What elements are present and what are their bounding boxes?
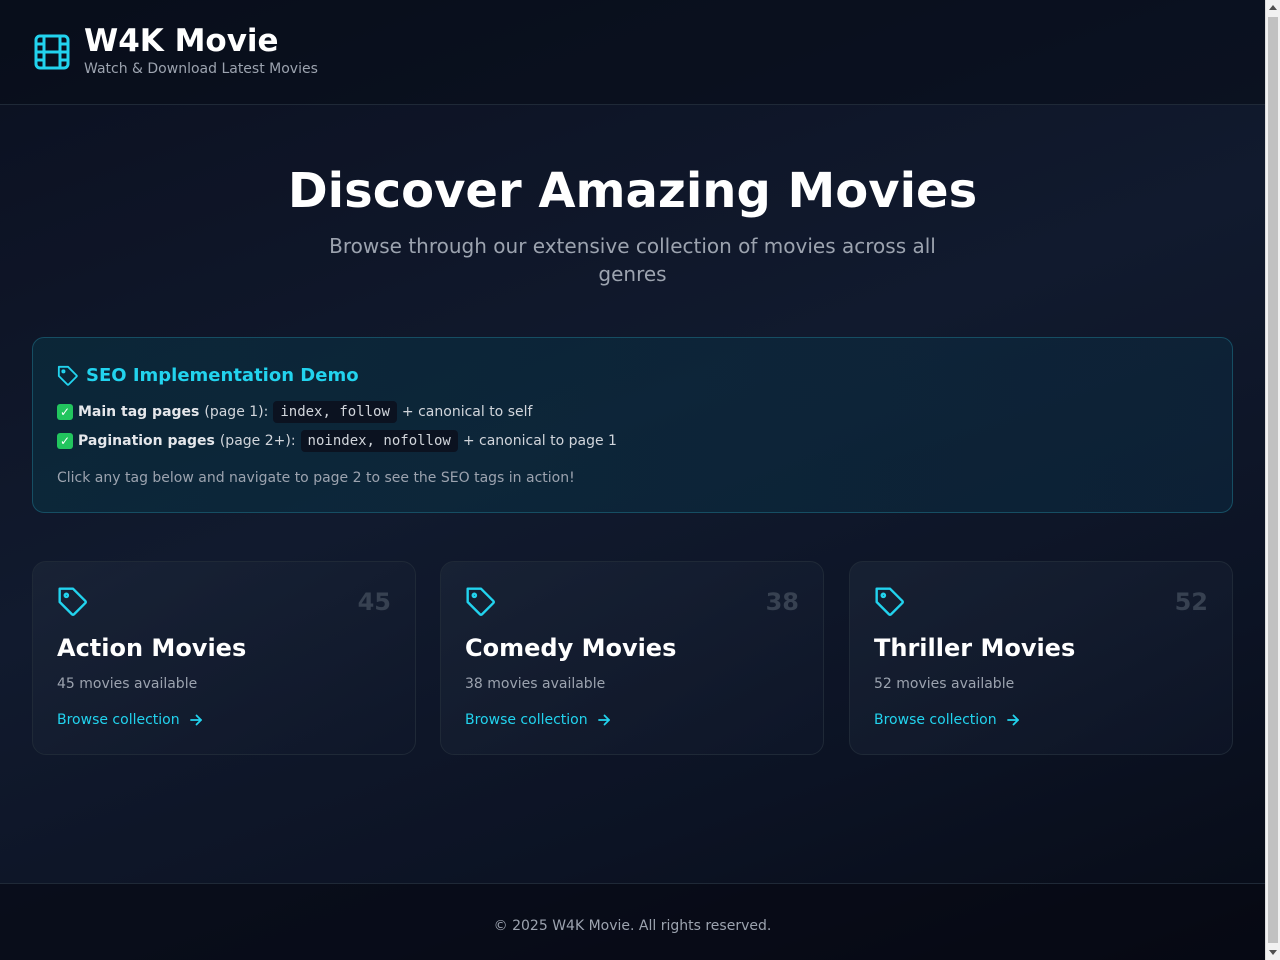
tag-icon <box>57 365 78 386</box>
scroll-down-arrow-icon[interactable] <box>1269 950 1277 955</box>
seo-line-label: Pagination pages <box>78 433 215 449</box>
genre-title: Comedy Movies <box>465 634 677 662</box>
genre-movie-count: 38 movies available <box>465 676 606 692</box>
movie-count-badge: 52 <box>1174 588 1208 616</box>
hero-subtitle: Browse through our extensive collection … <box>329 234 936 286</box>
genre-title: Thriller Movies <box>874 634 1076 662</box>
checkmark-icon: ✓ <box>57 433 73 449</box>
site-footer: © 2025 W4K Movie. All rights reserved. <box>0 883 1265 960</box>
seo-demo-panel: SEO Implementation Demo ✓ Main tag pages… <box>32 337 1233 513</box>
genre-card-thriller[interactable]: 52 Thriller Movies 52 movies available B… <box>849 561 1233 755</box>
genre-card-action[interactable]: 45 Action Movies 45 movies available Bro… <box>32 561 416 755</box>
checkmark-icon: ✓ <box>57 404 73 420</box>
browse-collection-label: Browse collection <box>57 712 180 728</box>
genre-movie-count: 52 movies available <box>874 676 1015 692</box>
browse-collection-label: Browse collection <box>874 712 997 728</box>
genre-card-comedy[interactable]: 38 Comedy Movies 38 movies available Bro… <box>440 561 824 755</box>
browse-collection-link[interactable]: Browse collection <box>874 712 1020 728</box>
hero-title: Discover Amazing Movies <box>287 163 978 219</box>
seo-line-scope: (page 1): <box>204 404 269 420</box>
tag-icon <box>466 587 495 616</box>
seo-line-main-tag: ✓ Main tag pages (page 1): index, follow… <box>57 401 532 423</box>
seo-line-scope: (page 2+): <box>219 433 296 449</box>
arrow-right-icon <box>597 714 610 726</box>
film-icon[interactable] <box>34 34 70 70</box>
arrow-right-icon <box>189 714 202 726</box>
browse-collection-link[interactable]: Browse collection <box>57 712 203 728</box>
movie-count-badge: 45 <box>357 588 391 616</box>
seo-line-label: Main tag pages <box>78 404 200 420</box>
browse-collection-link[interactable]: Browse collection <box>465 712 611 728</box>
copyright-text: © 2025 W4K Movie. All rights reserved. <box>493 918 772 934</box>
seo-line-canonical: + canonical to page 1 <box>462 433 617 449</box>
site-title[interactable]: W4K Movie <box>84 23 279 59</box>
tag-icon <box>58 587 87 616</box>
site-tagline: Watch & Download Latest Movies <box>84 61 318 77</box>
scrollbar-thumb[interactable] <box>1268 17 1278 943</box>
robots-code: noindex, nofollow <box>300 430 458 452</box>
arrow-right-icon <box>1006 714 1019 726</box>
page: W4K Movie Watch & Download Latest Movies… <box>0 0 1265 960</box>
seo-line-pagination: ✓ Pagination pages (page 2+): noindex, n… <box>57 430 617 452</box>
movie-count-badge: 38 <box>765 588 799 616</box>
site-header: W4K Movie Watch & Download Latest Movies <box>0 0 1265 105</box>
genre-title: Action Movies <box>57 634 247 662</box>
vertical-scrollbar[interactable] <box>1265 0 1280 960</box>
scroll-up-arrow-icon[interactable] <box>1269 5 1277 10</box>
seo-line-canonical: + canonical to self <box>401 404 533 420</box>
tag-icon <box>875 587 904 616</box>
robots-code: index, follow <box>273 401 397 423</box>
genre-movie-count: 45 movies available <box>57 676 198 692</box>
seo-demo-note: Click any tag below and navigate to page… <box>57 470 575 486</box>
seo-demo-title: SEO Implementation Demo <box>86 365 359 386</box>
browse-collection-label: Browse collection <box>465 712 588 728</box>
